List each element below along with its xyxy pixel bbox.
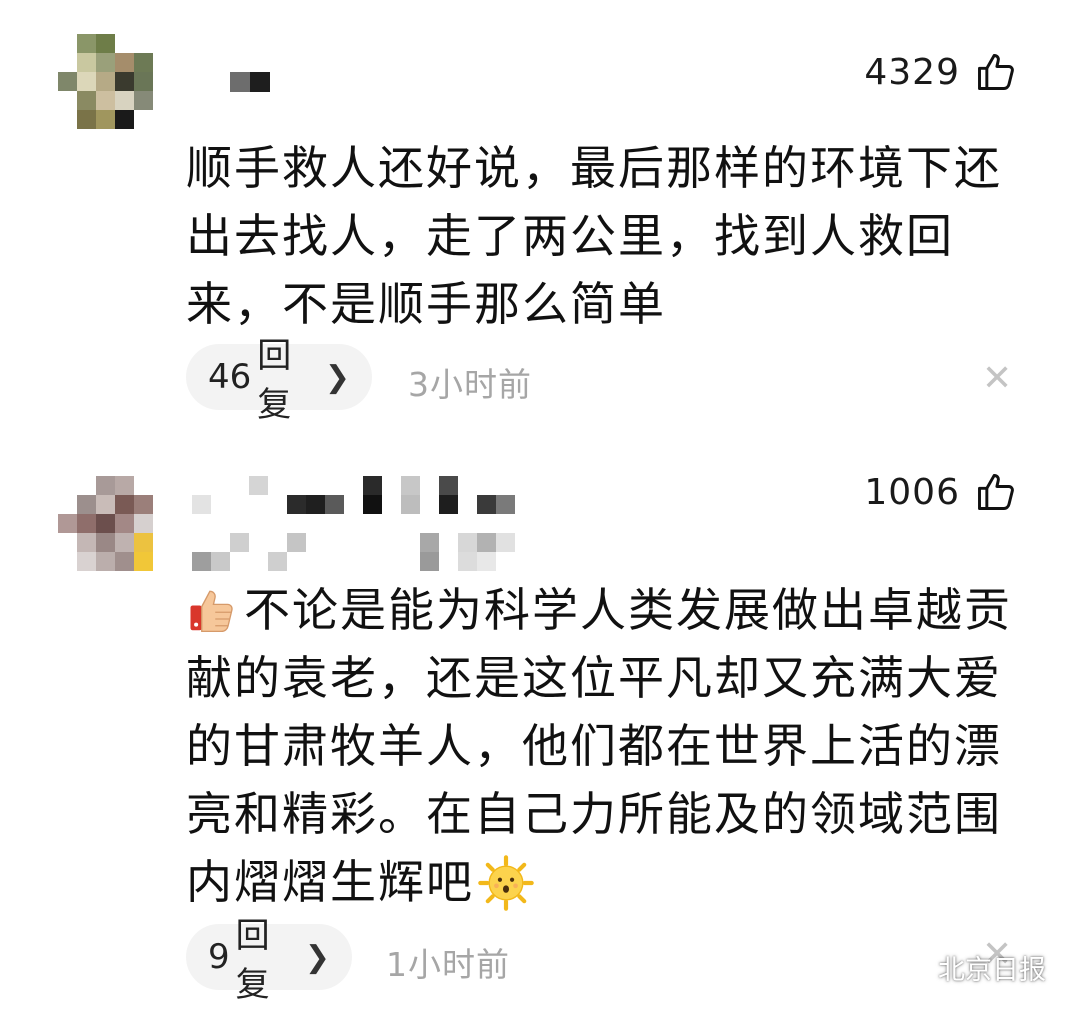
like-count: 1006 — [864, 471, 960, 513]
reply-label: 回复 — [257, 336, 292, 425]
wechat-icon — [892, 953, 927, 980]
chevron-right-icon: ❯ — [304, 939, 330, 975]
avatar[interactable] — [58, 34, 153, 129]
chevron-right-icon: ❯ — [324, 359, 350, 395]
watermark: 北京日报 — [890, 948, 1046, 987]
replies-button[interactable]: 9 回复 ❯ — [186, 916, 352, 1005]
avatar[interactable] — [58, 476, 153, 571]
comment-1: 4329 顺手救人还好说，最后那样的环境下还出去找人，走了两公里，找到人救回来，… — [0, 0, 1080, 440]
thumbs-up-icon — [978, 474, 1014, 510]
comment-2: 1006 不论是能为科学人类发展做出卓越贡献的袁老，还是这位平凡却又充满大爱的甘… — [0, 440, 1080, 1017]
reply-label: 回复 — [235, 916, 270, 1005]
thumbs-up-emoji — [190, 590, 233, 632]
sun-face-emoji — [478, 854, 534, 911]
username[interactable] — [230, 72, 270, 92]
comment-text: 顺手救人还好说，最后那样的环境下还出去找人，走了两公里，找到人救回来，不是顺手那… — [186, 141, 1002, 331]
like-button[interactable]: 1006 — [864, 470, 1018, 514]
replies-button[interactable]: 46 回复 ❯ — [186, 336, 372, 425]
username[interactable] — [192, 476, 515, 571]
watermark-text: 北京日报 — [938, 955, 1046, 986]
close-icon[interactable]: ✕ — [982, 358, 1012, 399]
thumbs-up-icon — [978, 54, 1014, 90]
comment-text: 不论是能为科学人类发展做出卓越贡献的袁老，还是这位平凡却又充满大爱的甘肃牧羊人，… — [186, 583, 1012, 911]
like-button[interactable]: 4329 — [864, 50, 1018, 94]
reply-count: 46 — [208, 357, 252, 397]
reply-count: 9 — [208, 937, 230, 977]
timestamp: 3小时前 — [408, 365, 532, 404]
timestamp: 1小时前 — [386, 945, 510, 984]
like-count: 4329 — [864, 51, 960, 93]
